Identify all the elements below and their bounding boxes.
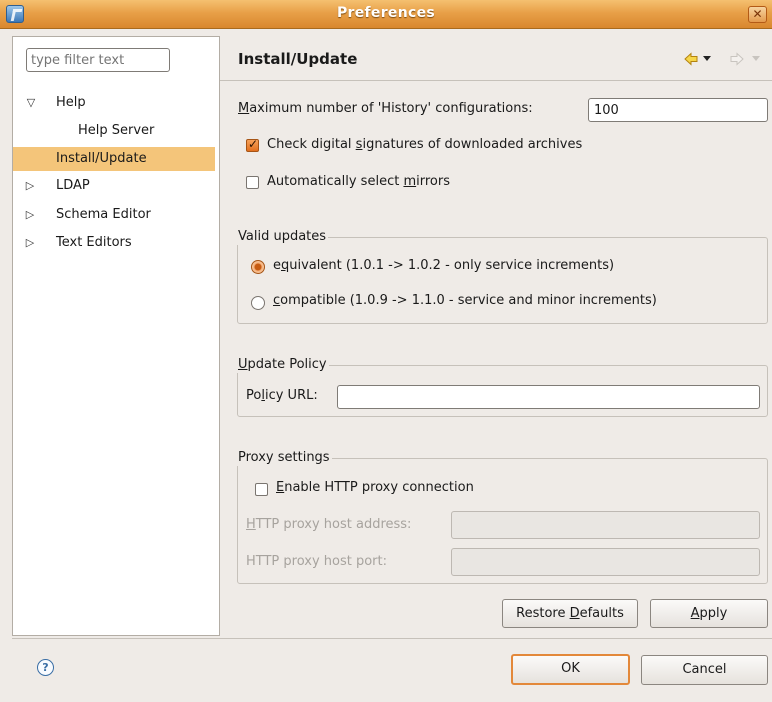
tree-item-help[interactable]: ▽ Help bbox=[13, 91, 219, 115]
close-button[interactable]: ✕ bbox=[748, 6, 767, 23]
proxy-settings-title: Proxy settings bbox=[236, 450, 332, 466]
check-signatures-label[interactable]: Check digital signatures of downloaded a… bbox=[267, 137, 582, 152]
tree-item-help-server[interactable]: Help Server bbox=[13, 119, 219, 143]
collapsed-arrow-icon[interactable]: ▷ bbox=[23, 203, 37, 227]
tree-item-label: Text Editors bbox=[56, 235, 132, 250]
auto-mirrors-checkbox[interactable] bbox=[246, 176, 259, 189]
proxy-host-label: HTTP proxy host address: bbox=[246, 517, 412, 532]
forward-arrow-icon bbox=[730, 52, 744, 66]
back-arrow-icon[interactable] bbox=[684, 52, 698, 66]
policy-url-input[interactable] bbox=[337, 385, 760, 409]
valid-updates-title: Valid updates bbox=[236, 229, 329, 245]
tree-item-label: Schema Editor bbox=[56, 207, 151, 222]
enable-proxy-label[interactable]: Enable HTTP proxy connection bbox=[276, 480, 474, 495]
back-history-dropdown[interactable] bbox=[703, 56, 711, 61]
max-history-label: Maximum number of 'History' configuratio… bbox=[238, 101, 533, 116]
proxy-port-label: HTTP proxy host port: bbox=[246, 554, 388, 569]
valid-updates-group: Valid updates bbox=[236, 229, 768, 324]
preference-tree-panel: ▽ Help Help Server Install/Update ▷ LDAP… bbox=[12, 36, 220, 636]
collapsed-arrow-icon[interactable]: ▷ bbox=[23, 174, 37, 198]
ok-button[interactable]: OK bbox=[511, 654, 630, 685]
check-signatures-checkbox[interactable] bbox=[246, 137, 259, 152]
auto-mirrors-label[interactable]: Automatically select mirrors bbox=[267, 174, 450, 189]
restore-defaults-button[interactable]: Restore Defaults bbox=[502, 599, 638, 628]
cancel-button[interactable]: Cancel bbox=[641, 655, 768, 685]
compatible-label[interactable]: compatible (1.0.9 -> 1.1.0 - service and… bbox=[273, 293, 657, 308]
tree-item-text-editors[interactable]: ▷ Text Editors bbox=[13, 231, 219, 255]
tree-item-label: LDAP bbox=[56, 178, 90, 193]
tree-item-label: Help bbox=[56, 95, 86, 110]
tree-item-install-update[interactable]: Install/Update bbox=[13, 147, 215, 171]
window-title: Preferences bbox=[336, 5, 436, 21]
expanded-arrow-icon[interactable]: ▽ bbox=[24, 91, 38, 115]
enable-proxy-checkbox[interactable] bbox=[255, 483, 268, 496]
footer-divider bbox=[12, 638, 772, 639]
equivalent-radio[interactable] bbox=[251, 260, 265, 274]
collapsed-arrow-icon[interactable]: ▷ bbox=[23, 231, 37, 255]
page-title: Install/Update bbox=[238, 50, 358, 68]
close-icon: ✕ bbox=[752, 7, 763, 21]
header-divider bbox=[220, 80, 772, 81]
update-policy-title: Update Policy bbox=[236, 357, 329, 373]
compatible-radio[interactable] bbox=[251, 296, 265, 310]
proxy-host-input[interactable] bbox=[451, 511, 760, 539]
tree-item-label: Help Server bbox=[78, 123, 155, 138]
proxy-port-input[interactable] bbox=[451, 548, 760, 576]
tree-item-schema-editor[interactable]: ▷ Schema Editor bbox=[13, 203, 219, 227]
tree-item-ldap[interactable]: ▷ LDAP bbox=[13, 174, 219, 198]
max-history-input[interactable] bbox=[588, 98, 768, 122]
policy-url-label: Policy URL: bbox=[246, 388, 318, 403]
equivalent-label[interactable]: equivalent (1.0.1 -> 1.0.2 - only servic… bbox=[273, 258, 614, 273]
filter-input[interactable] bbox=[26, 48, 170, 72]
forward-history-dropdown bbox=[752, 56, 760, 61]
title-bar[interactable]: Preferences ✕ bbox=[0, 0, 772, 29]
tree-item-label: Install/Update bbox=[56, 151, 147, 166]
help-icon[interactable]: ? bbox=[37, 659, 54, 676]
apply-button[interactable]: Apply bbox=[650, 599, 768, 628]
